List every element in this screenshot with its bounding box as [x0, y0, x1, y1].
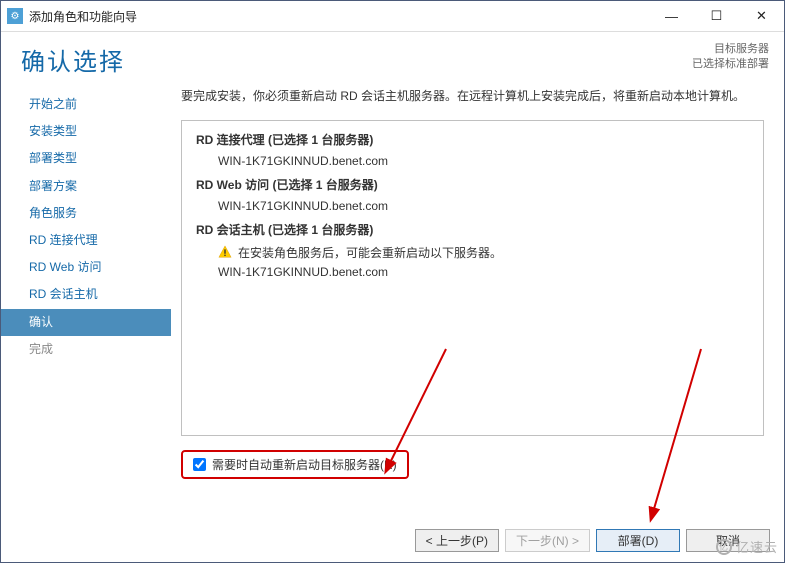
- restart-checkbox-row[interactable]: 需要时自动重新启动目标服务器(R): [181, 450, 409, 479]
- restart-checkbox-label: 需要时自动重新启动目标服务器(R): [212, 456, 397, 473]
- sidebar-item[interactable]: 角色服务: [1, 200, 171, 227]
- warning-text: 在安装角色服务后，可能会重新启动以下服务器。: [238, 244, 502, 261]
- page-title: 确认选择: [21, 42, 692, 77]
- sidebar-item: 完成: [1, 336, 171, 363]
- watermark: 亿速云: [716, 537, 778, 556]
- warning-row: 在安装角色服务后，可能会重新启动以下服务器。: [196, 244, 749, 261]
- target-value: 已选择标准部署: [692, 57, 769, 72]
- page-header: 确认选择 目标服务器 已选择标准部署: [1, 31, 784, 87]
- sidebar-item[interactable]: 开始之前: [1, 91, 171, 118]
- target-info: 目标服务器 已选择标准部署: [692, 42, 769, 73]
- wizard-body: 开始之前安装类型部署类型部署方案角色服务RD 连接代理RD Web 访问RD 会…: [1, 87, 784, 479]
- close-button[interactable]: ✕: [739, 1, 784, 31]
- target-label: 目标服务器: [692, 42, 769, 57]
- sidebar-item: 确认: [1, 309, 171, 336]
- sidebar-item[interactable]: 安装类型: [1, 118, 171, 145]
- server-item: WIN-1K71GKINNUD.benet.com: [196, 265, 749, 279]
- section-heading: RD 会话主机 (已选择 1 台服务器): [196, 221, 749, 238]
- server-item: WIN-1K71GKINNUD.benet.com: [196, 199, 749, 213]
- deploy-button[interactable]: 部署(D): [596, 529, 680, 552]
- confirmation-list: RD 连接代理 (已选择 1 台服务器) WIN-1K71GKINNUD.bene…: [181, 120, 764, 436]
- next-button: 下一步(N) >: [505, 529, 590, 552]
- section-heading: RD 连接代理 (已选择 1 台服务器): [196, 131, 749, 148]
- titlebar: 添加角色和功能向导 ― ☐ ✕: [1, 1, 784, 31]
- watermark-icon: [716, 539, 732, 555]
- server-item: WIN-1K71GKINNUD.benet.com: [196, 154, 749, 168]
- maximize-button[interactable]: ☐: [694, 1, 739, 31]
- minimize-button[interactable]: ―: [649, 1, 694, 31]
- restart-checkbox[interactable]: [193, 458, 206, 471]
- window-title: 添加角色和功能向导: [29, 8, 649, 25]
- window-controls: ― ☐ ✕: [649, 1, 784, 31]
- main-panel: 要完成安装，你必须重新启动 RD 会话主机服务器。在远程计算机上安装完成后，将重…: [171, 87, 784, 479]
- wizard-sidebar: 开始之前安装类型部署类型部署方案角色服务RD 连接代理RD Web 访问RD 会…: [1, 87, 171, 479]
- sidebar-item[interactable]: RD Web 访问: [1, 254, 171, 281]
- warning-icon: [218, 245, 232, 259]
- section-heading: RD Web 访问 (已选择 1 台服务器): [196, 176, 749, 193]
- sidebar-item[interactable]: RD 连接代理: [1, 227, 171, 254]
- sidebar-item[interactable]: RD 会话主机: [1, 281, 171, 308]
- sidebar-item[interactable]: 部署类型: [1, 145, 171, 172]
- previous-button[interactable]: < 上一步(P): [415, 529, 499, 552]
- app-icon: [7, 8, 23, 24]
- sidebar-item[interactable]: 部署方案: [1, 173, 171, 200]
- wizard-window: 添加角色和功能向导 ― ☐ ✕ 确认选择 目标服务器 已选择标准部署 开始之前安…: [0, 0, 785, 563]
- watermark-text: 亿速云: [736, 537, 778, 556]
- intro-text: 要完成安装，你必须重新启动 RD 会话主机服务器。在远程计算机上安装完成后，将重…: [181, 87, 764, 106]
